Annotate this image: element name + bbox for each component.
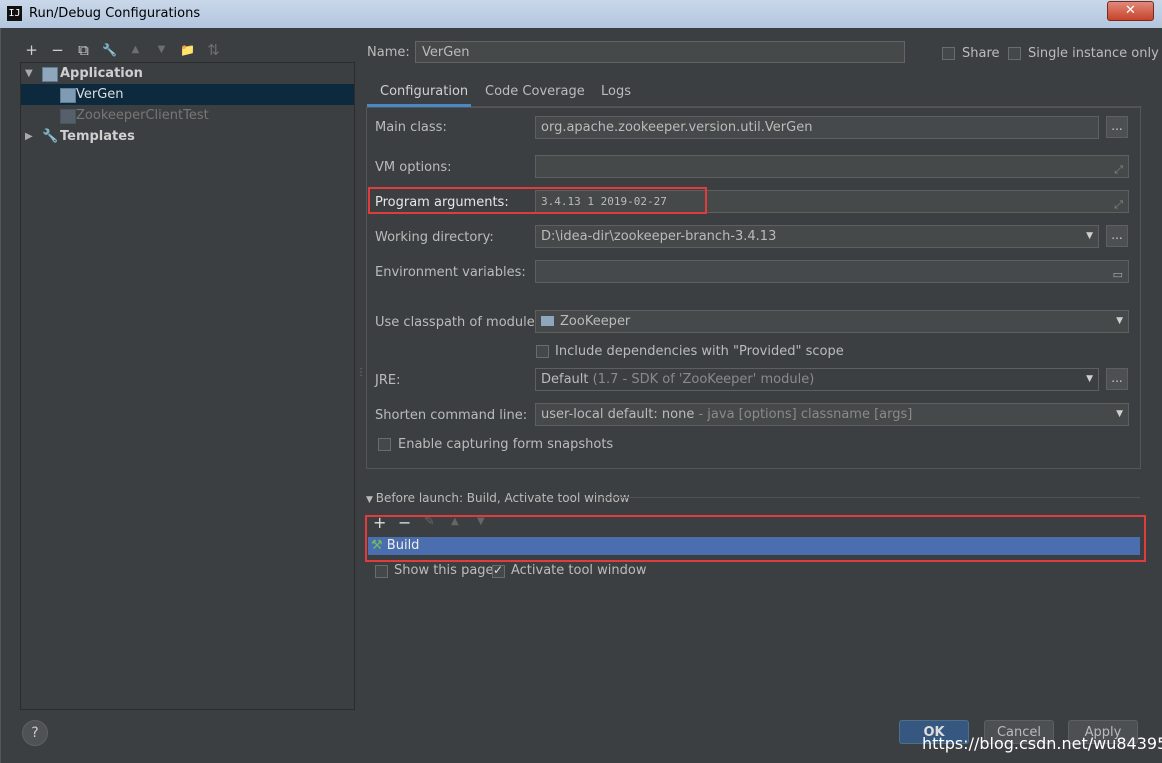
tab-code-coverage[interactable]: Code Coverage <box>485 84 585 99</box>
enable-snapshots-label: Enable capturing form snapshots <box>398 437 614 452</box>
shorten-command-line-label: Shorten command line: <box>375 408 528 423</box>
chevron-down-icon[interactable]: ▼ <box>1116 311 1123 332</box>
single-instance-label: Single instance only <box>1028 46 1159 61</box>
wrench-icon: 🔧 <box>42 129 59 144</box>
tree-node-zookeeper-client-test[interactable]: ZookeeperClientTest <box>21 105 354 126</box>
window-close-button[interactable]: ✕ <box>1107 1 1154 21</box>
show-this-page-checkbox[interactable] <box>375 565 388 578</box>
chevron-down-icon[interactable]: ▼ <box>1086 369 1093 390</box>
working-directory-browse-button[interactable]: ... <box>1106 225 1128 247</box>
move-up-button[interactable]: ▲ <box>126 40 145 60</box>
activate-tool-window-checkbox[interactable] <box>492 563 505 578</box>
shorten-command-line-value: user-local default: none <box>541 407 695 422</box>
environment-variables-input[interactable]: ▭ <box>535 260 1129 283</box>
sort-button[interactable]: ⇅ <box>204 40 223 60</box>
vm-options-label: VM options: <box>375 160 452 175</box>
copy-config-button[interactable]: ⧉ <box>74 40 93 60</box>
config-tree: ▼ Application VerGen ZookeeperClientTest… <box>20 62 355 710</box>
titlebar: IJ Run/Debug Configurations ✕ <box>0 0 1162 28</box>
tree-label-vergen: VerGen <box>76 87 124 102</box>
name-label: Name: <box>367 45 410 60</box>
include-provided-label: Include dependencies with "Provided" sco… <box>555 344 844 359</box>
tree-node-vergen[interactable]: VerGen <box>21 84 354 105</box>
activate-tool-window-label: Activate tool window <box>511 563 647 578</box>
add-config-button[interactable]: + <box>22 40 41 60</box>
share-checkbox[interactable] <box>942 47 955 60</box>
shorten-command-line-select[interactable]: user-local default: none - java [options… <box>535 403 1129 426</box>
jre-hint: (1.7 - SDK of 'ZooKeeper' module) <box>592 372 815 387</box>
vm-options-input[interactable]: ⤢ <box>535 155 1129 178</box>
tab-configuration[interactable]: Configuration <box>380 84 468 99</box>
tree-node-application[interactable]: ▼ Application <box>21 63 354 84</box>
expand-icon[interactable]: ⤢ <box>1114 194 1123 215</box>
shorten-command-line-hint: - java [options] classname [args] <box>698 407 913 422</box>
working-directory-input[interactable]: D:\idea-dir\zookeeper-branch-3.4.13 ▼ <box>535 225 1099 248</box>
enable-snapshots-checkbox[interactable] <box>378 438 391 451</box>
jre-browse-button[interactable]: ... <box>1106 368 1128 390</box>
before-launch-header-label: Before launch: Build, Activate tool wind… <box>375 491 630 505</box>
tree-node-templates[interactable]: ▶ 🔧 Templates <box>21 126 354 147</box>
main-class-label: Main class: <box>375 120 447 135</box>
config-toolbar: + − ⧉ 🔧 ▲ ▼ 📁 ⇅ <box>22 40 223 60</box>
share-label: Share <box>962 46 1000 61</box>
intellij-app-icon: IJ <box>7 6 22 21</box>
before-launch-header[interactable]: ▼ Before launch: Build, Activate tool wi… <box>366 491 630 505</box>
module-folder-icon <box>541 316 554 326</box>
tree-label-application: Application <box>60 66 143 81</box>
single-instance-checkbox[interactable] <box>1008 47 1021 60</box>
panel-splitter[interactable]: ⋮ <box>356 367 366 378</box>
application-config-icon <box>60 109 76 124</box>
remove-config-button[interactable]: − <box>48 40 67 60</box>
tree-label-templates: Templates <box>60 129 135 144</box>
before-launch-divider <box>600 497 1140 498</box>
include-provided-checkbox[interactable] <box>536 345 549 358</box>
classpath-module-value: ZooKeeper <box>560 314 631 329</box>
chevron-down-icon[interactable]: ▼ <box>1116 404 1123 425</box>
jre-select[interactable]: Default (1.7 - SDK of 'ZooKeeper' module… <box>535 368 1099 391</box>
move-down-button[interactable]: ▼ <box>152 40 171 60</box>
working-directory-label: Working directory: <box>375 230 494 245</box>
main-class-input[interactable]: org.apache.zookeeper.version.util.VerGen <box>535 116 1099 139</box>
jre-value: Default <box>541 372 589 387</box>
help-button[interactable]: ? <box>22 720 48 746</box>
tree-label-zookeeper-client-test: ZookeeperClientTest <box>76 108 209 123</box>
classpath-module-label: Use classpath of module: <box>375 315 540 330</box>
highlight-box-program-arguments <box>368 187 707 214</box>
expand-icon[interactable]: ⤢ <box>1114 159 1123 180</box>
chevron-down-icon[interactable]: ▼ <box>1086 226 1093 247</box>
name-input[interactable]: VerGen <box>415 41 905 63</box>
jre-label: JRE: <box>375 373 401 388</box>
collapse-arrow-icon[interactable]: ▶ <box>25 126 33 147</box>
expand-arrow-icon[interactable]: ▼ <box>25 63 33 84</box>
working-directory-value: D:\idea-dir\zookeeper-branch-3.4.13 <box>541 229 777 244</box>
show-this-page-label: Show this page <box>394 563 494 578</box>
folder-icon[interactable]: ▭ <box>1113 264 1123 285</box>
tab-logs[interactable]: Logs <box>601 84 631 99</box>
classpath-module-select[interactable]: ZooKeeper ▼ <box>535 310 1129 333</box>
triangle-down-icon: ▼ <box>366 495 376 505</box>
application-config-icon <box>60 88 76 103</box>
watermark-text: https://blog.csdn.net/wu8439512 <box>922 734 1162 753</box>
application-icon <box>42 67 58 82</box>
highlight-box-before-launch <box>365 515 1146 562</box>
edit-defaults-wrench-icon[interactable]: 🔧 <box>100 40 119 60</box>
new-folder-button[interactable]: 📁 <box>178 40 197 60</box>
window-title: Run/Debug Configurations <box>29 6 201 21</box>
environment-variables-label: Environment variables: <box>375 265 526 280</box>
main-class-browse-button[interactable]: ... <box>1106 116 1128 138</box>
